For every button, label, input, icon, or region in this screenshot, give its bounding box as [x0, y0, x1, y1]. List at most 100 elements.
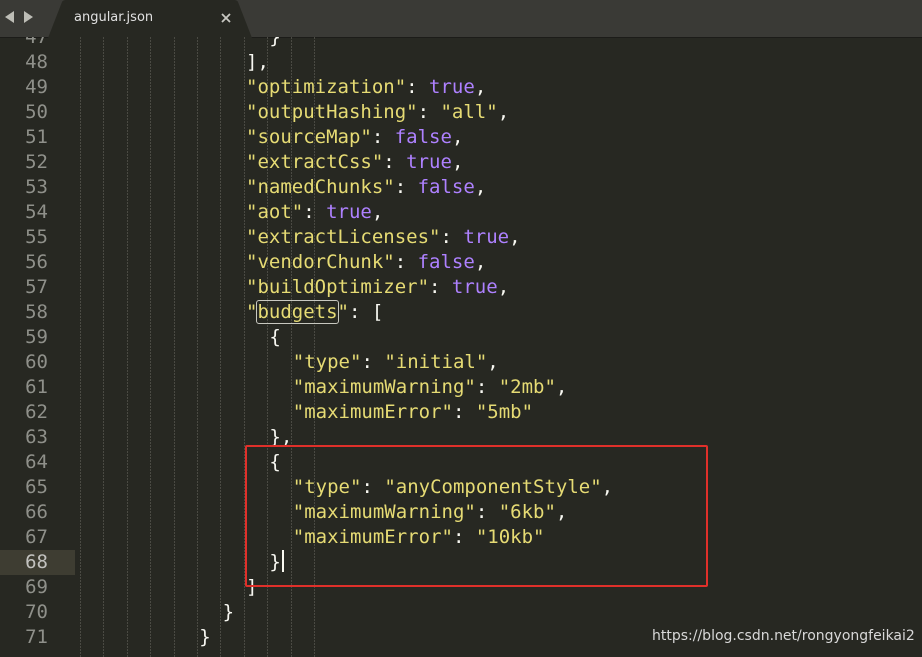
code-line[interactable]: 57 "buildOptimizer": true,: [0, 275, 922, 300]
string-token: "extractLicenses": [246, 226, 441, 248]
line-number: 48: [25, 51, 48, 73]
code-text: "maximumWarning": "2mb",: [293, 375, 568, 400]
code-line[interactable]: 54 "aot": true,: [0, 200, 922, 225]
code-text: {: [269, 325, 280, 350]
line-number: 52: [25, 151, 48, 173]
code-text: ],: [246, 50, 269, 75]
keyword-token: false: [394, 126, 452, 148]
code-text: "extractCss": true,: [246, 150, 463, 175]
code-line[interactable]: 62 "maximumError": "5mb": [0, 400, 922, 425]
code-text: "maximumError": "5mb": [293, 400, 533, 425]
code-text: "aot": true,: [246, 200, 383, 225]
code-line[interactable]: 61 "maximumWarning": "2mb",: [0, 375, 922, 400]
string-token: "2mb": [498, 376, 556, 398]
punctuation-token: :: [361, 351, 385, 373]
string-token: "maximumWarning": [292, 376, 476, 398]
string-token: "all": [440, 101, 498, 123]
punctuation-token: :: [417, 101, 441, 123]
code-line[interactable]: 58 "budgets": [: [0, 300, 922, 325]
string-token: "buildOptimizer": [246, 276, 430, 298]
line-number: 55: [25, 226, 48, 248]
line-number: 58: [25, 301, 48, 323]
keyword-token: true: [406, 151, 452, 173]
line-number: 70: [25, 601, 48, 623]
keyword-token: true: [326, 201, 372, 223]
punctuation-token: }: [222, 601, 235, 623]
code-editor[interactable]: 47} 48], 49 "optimization": true, 50 "outputH…: [0, 37, 922, 657]
punctuation-token: :: [452, 401, 476, 423]
code-line[interactable]: 50 "outputHashing": "all",: [0, 100, 922, 125]
string-token: "optimization": [246, 76, 407, 98]
line-number: 61: [25, 376, 48, 398]
code-line[interactable]: 49 "optimization": true,: [0, 75, 922, 100]
code-text: "type": "initial",: [293, 350, 499, 375]
line-number: 49: [25, 76, 48, 98]
punctuation-token: ,: [497, 276, 510, 298]
punctuation-token: }: [269, 37, 281, 48]
code-text: }: [269, 37, 280, 50]
punctuation-token: ,: [555, 376, 568, 398]
code-line[interactable]: 70}: [0, 600, 922, 625]
line-number: 63: [25, 426, 48, 448]
punctuation-token: :: [383, 151, 407, 173]
right-triangle-icon[interactable]: [22, 10, 34, 24]
string-token: "5mb": [475, 401, 534, 423]
punctuation-token: ,: [497, 101, 510, 123]
line-number: 47: [25, 37, 48, 48]
code-text: "namedChunks": false,: [246, 175, 486, 200]
string-token: "initial": [384, 351, 488, 373]
code-text: "vendorChunk": false,: [246, 250, 486, 275]
close-icon[interactable]: [220, 12, 232, 24]
line-number: 62: [25, 401, 48, 423]
code-line[interactable]: 55 "extractLicenses": true,: [0, 225, 922, 250]
punctuation-token: ,: [371, 201, 384, 223]
line-number: 51: [25, 126, 48, 148]
punctuation-token: :: [371, 126, 395, 148]
code-text: "optimization": true,: [246, 75, 486, 100]
line-number: 69: [25, 576, 48, 598]
punctuation-token: ,: [474, 251, 487, 273]
code-line[interactable]: 47}: [0, 37, 922, 50]
tab-angular-json[interactable]: angular.json: [48, 0, 252, 38]
code-text: "extractLicenses": true,: [246, 225, 521, 250]
code-line[interactable]: 56 "vendorChunk": false,: [0, 250, 922, 275]
punctuation-token: ,: [474, 76, 487, 98]
annotation-highlight-box: [245, 445, 708, 587]
punctuation-token: :: [475, 376, 499, 398]
punctuation-token: ,: [509, 226, 521, 248]
punctuation-token: :: [406, 76, 430, 98]
code-line[interactable]: 59 {: [0, 325, 922, 350]
punctuation-token: {: [269, 326, 281, 348]
punctuation-token: ,: [474, 176, 487, 198]
code-line[interactable]: 60 "type": "initial",: [0, 350, 922, 375]
punctuation-token: }: [199, 626, 211, 648]
code-line[interactable]: 52 "extractCss": true,: [0, 150, 922, 175]
string-token: "namedChunks": [246, 176, 395, 198]
line-number: 57: [25, 276, 48, 298]
line-number: 65: [25, 476, 48, 498]
line-number: 56: [25, 251, 48, 273]
code-line[interactable]: 48],: [0, 50, 922, 75]
code-line[interactable]: 51 "sourceMap": false,: [0, 125, 922, 150]
line-number: 60: [25, 351, 48, 373]
line-number: 64: [25, 451, 48, 473]
left-triangle-icon[interactable]: [4, 10, 16, 24]
punctuation-token: :: [394, 251, 418, 273]
code-text: "buildOptimizer": true,: [246, 275, 509, 300]
line-number: 68: [25, 551, 48, 573]
punctuation-token: :: [440, 226, 464, 248]
punctuation-token: ],: [246, 51, 269, 73]
string-token: "sourceMap": [246, 126, 372, 148]
keyword-token: true: [429, 76, 475, 98]
string-token: "outputHashing": [246, 101, 418, 123]
punctuation-token: ,: [451, 151, 464, 173]
line-number: 59: [25, 326, 48, 348]
code-line[interactable]: 53 "namedChunks": false,: [0, 175, 922, 200]
code-text: "budgets": [: [246, 300, 383, 325]
line-number: 71: [25, 626, 48, 648]
punctuation-token: ,: [451, 126, 464, 148]
word-match-highlight: budgets: [256, 300, 339, 324]
code-text: "outputHashing": "all",: [246, 100, 509, 125]
tab-nav-arrows: [4, 8, 34, 26]
line-number: 66: [25, 501, 48, 523]
